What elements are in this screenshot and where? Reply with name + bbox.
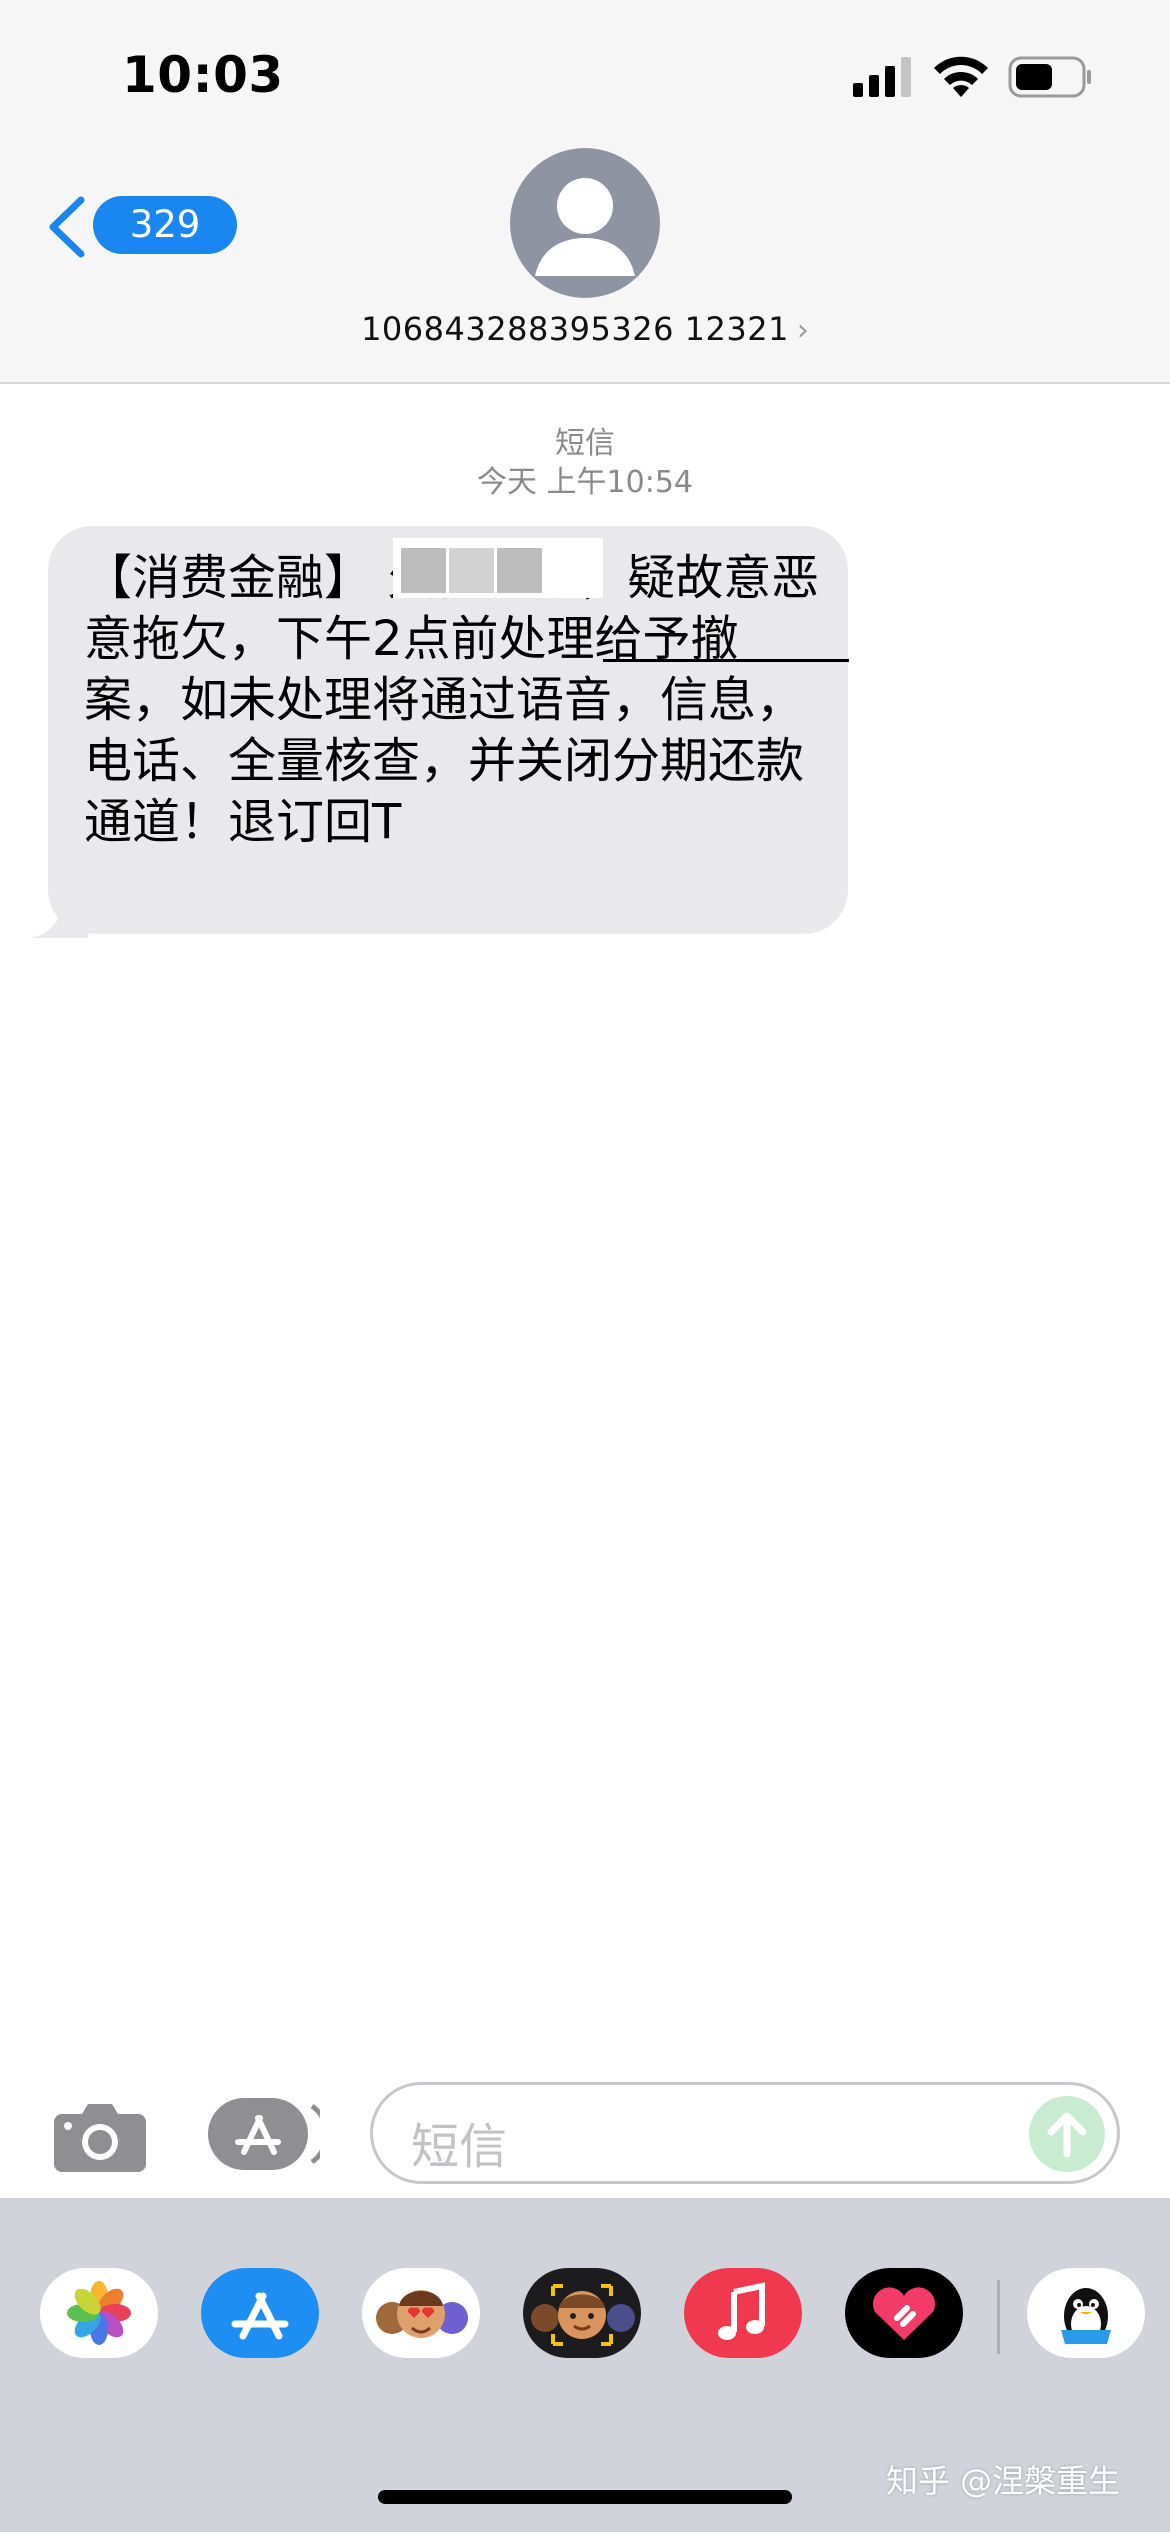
message-input-placeholder: 短信 bbox=[411, 2119, 508, 2175]
contact-number: 106843288395326 12321 bbox=[361, 310, 789, 348]
app-store-icon bbox=[231, 2292, 289, 2340]
qq-app-button[interactable] bbox=[1027, 2268, 1145, 2358]
heart-icon bbox=[872, 2287, 936, 2340]
app-store-button[interactable] bbox=[208, 2098, 320, 2170]
message-timestamp: 今天 上午10:54 bbox=[477, 465, 693, 500]
qq-penguin-icon bbox=[1061, 2288, 1111, 2344]
chevron-left-icon bbox=[49, 196, 85, 258]
photos-icon bbox=[67, 2281, 131, 2345]
memoji-stickers-icon bbox=[376, 2290, 468, 2338]
message-service-label: 短信 bbox=[555, 426, 615, 461]
arrow-up-icon bbox=[1047, 2112, 1087, 2158]
photos-app-button[interactable] bbox=[40, 2268, 158, 2358]
music-app-button[interactable] bbox=[684, 2268, 802, 2358]
time-link-underline[interactable] bbox=[603, 659, 849, 662]
drawer-divider bbox=[997, 2280, 1000, 2354]
zhihu-watermark: 知乎 @涅槃重生 bbox=[886, 2462, 1121, 2500]
music-note-icon bbox=[718, 2282, 765, 2340]
wifi-icon bbox=[934, 56, 988, 97]
person-icon bbox=[535, 178, 635, 276]
redaction-mosaic bbox=[393, 538, 603, 598]
contact-avatar[interactable] bbox=[510, 148, 660, 298]
app-store-app-button[interactable] bbox=[201, 2268, 319, 2358]
home-indicator[interactable] bbox=[378, 2490, 792, 2504]
chevron-right-icon: › bbox=[796, 313, 809, 348]
memoji-stickers-button[interactable] bbox=[362, 2268, 480, 2358]
camera-button[interactable] bbox=[54, 2100, 146, 2172]
send-button[interactable] bbox=[1029, 2096, 1105, 2172]
status-time: 10:03 bbox=[122, 46, 284, 104]
digital-touch-button[interactable] bbox=[845, 2268, 963, 2358]
animoji-button[interactable] bbox=[523, 2268, 641, 2358]
animoji-icon bbox=[531, 2284, 635, 2346]
cellular-signal-icon bbox=[853, 57, 911, 97]
battery-icon bbox=[1008, 56, 1091, 98]
back-button[interactable]: 329 bbox=[45, 190, 237, 262]
imessage-app-drawer: 知乎 @涅槃重生 bbox=[0, 2198, 1170, 2532]
unread-count-badge: 329 bbox=[93, 196, 237, 254]
message-input[interactable]: 短信 bbox=[370, 2082, 1120, 2184]
received-message-bubble[interactable]: 【消费金融】 欠款逾期，疑故意恶意拖欠，下午2点前处理给予撤案，如未处理将通过语… bbox=[48, 526, 849, 934]
contact-info[interactable]: 106843288395326 12321 › bbox=[0, 310, 1170, 348]
conversation-header: 10:03 329 106843288395326 12321 › bbox=[0, 0, 1170, 384]
